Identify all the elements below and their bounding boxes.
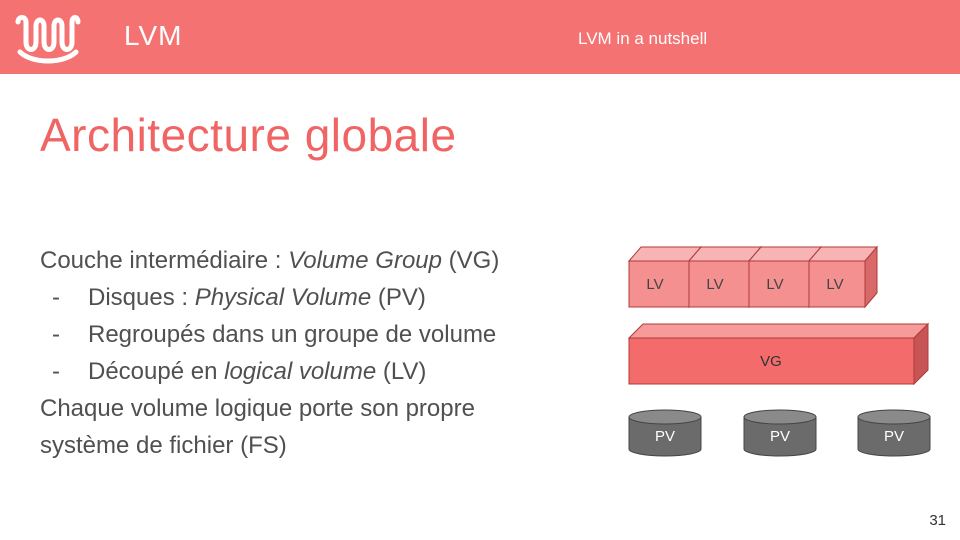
body-emphasis: Volume Group	[288, 247, 442, 274]
slide-body: Couche intermédiaire : Volume Group (VG)…	[40, 242, 600, 464]
pv-label: PV	[655, 428, 675, 445]
vg-block: VG	[627, 322, 930, 386]
lv-label: LV	[646, 276, 663, 293]
header-title: LVM	[124, 20, 183, 51]
wave-logo-icon	[12, 12, 84, 71]
lvm-architecture-diagram: LV LV LV LV VG PV PV PV	[627, 245, 931, 457]
lv-label: LV	[706, 276, 723, 293]
lv-label: LV	[766, 276, 783, 293]
list-item: - Disques : Physical Volume (PV)	[40, 279, 600, 316]
pv-label: PV	[770, 428, 790, 445]
pv-disk: PV	[743, 409, 817, 457]
header-subtitle: LVM in a nutshell	[578, 29, 708, 48]
body-text-segment: Couche intermédiaire :	[40, 247, 289, 274]
lv-label: LV	[826, 276, 843, 293]
body-emphasis: Physical Volume	[194, 284, 372, 311]
body-line: Chaque volume logique porte son propre	[40, 395, 475, 422]
body-text-segment: (VG)	[441, 247, 500, 274]
list-bullet: -	[52, 284, 60, 311]
page-title: Architecture globale	[40, 109, 457, 161]
pv-disk: PV	[628, 409, 702, 457]
vg-label: VG	[760, 353, 782, 370]
list-item-text: Disques :	[88, 284, 195, 311]
body-line-vg: Couche intermédiaire : Volume Group (VG)	[40, 242, 600, 279]
list-item-text: Découpé en	[88, 358, 225, 385]
list-item-text: (PV)	[371, 284, 426, 311]
list-item: - Regroupés dans un groupe de volume	[40, 316, 600, 353]
list-bullet: -	[52, 358, 60, 385]
header-bar: LVM LVM in a nutshell	[0, 0, 960, 74]
pv-disk: PV	[857, 409, 931, 457]
list-item-text: Regroupés dans un groupe de volume	[88, 321, 497, 348]
lv-block: LV	[807, 245, 879, 309]
pv-label: PV	[884, 428, 904, 445]
body-line: système de fichier (FS)	[40, 432, 287, 459]
list-bullet: -	[52, 321, 60, 348]
page-number: 31	[929, 512, 946, 529]
list-item: - Découpé en logical volume (LV)	[40, 353, 600, 390]
list-item-text: (LV)	[376, 358, 427, 385]
body-emphasis: logical volume	[224, 358, 377, 385]
